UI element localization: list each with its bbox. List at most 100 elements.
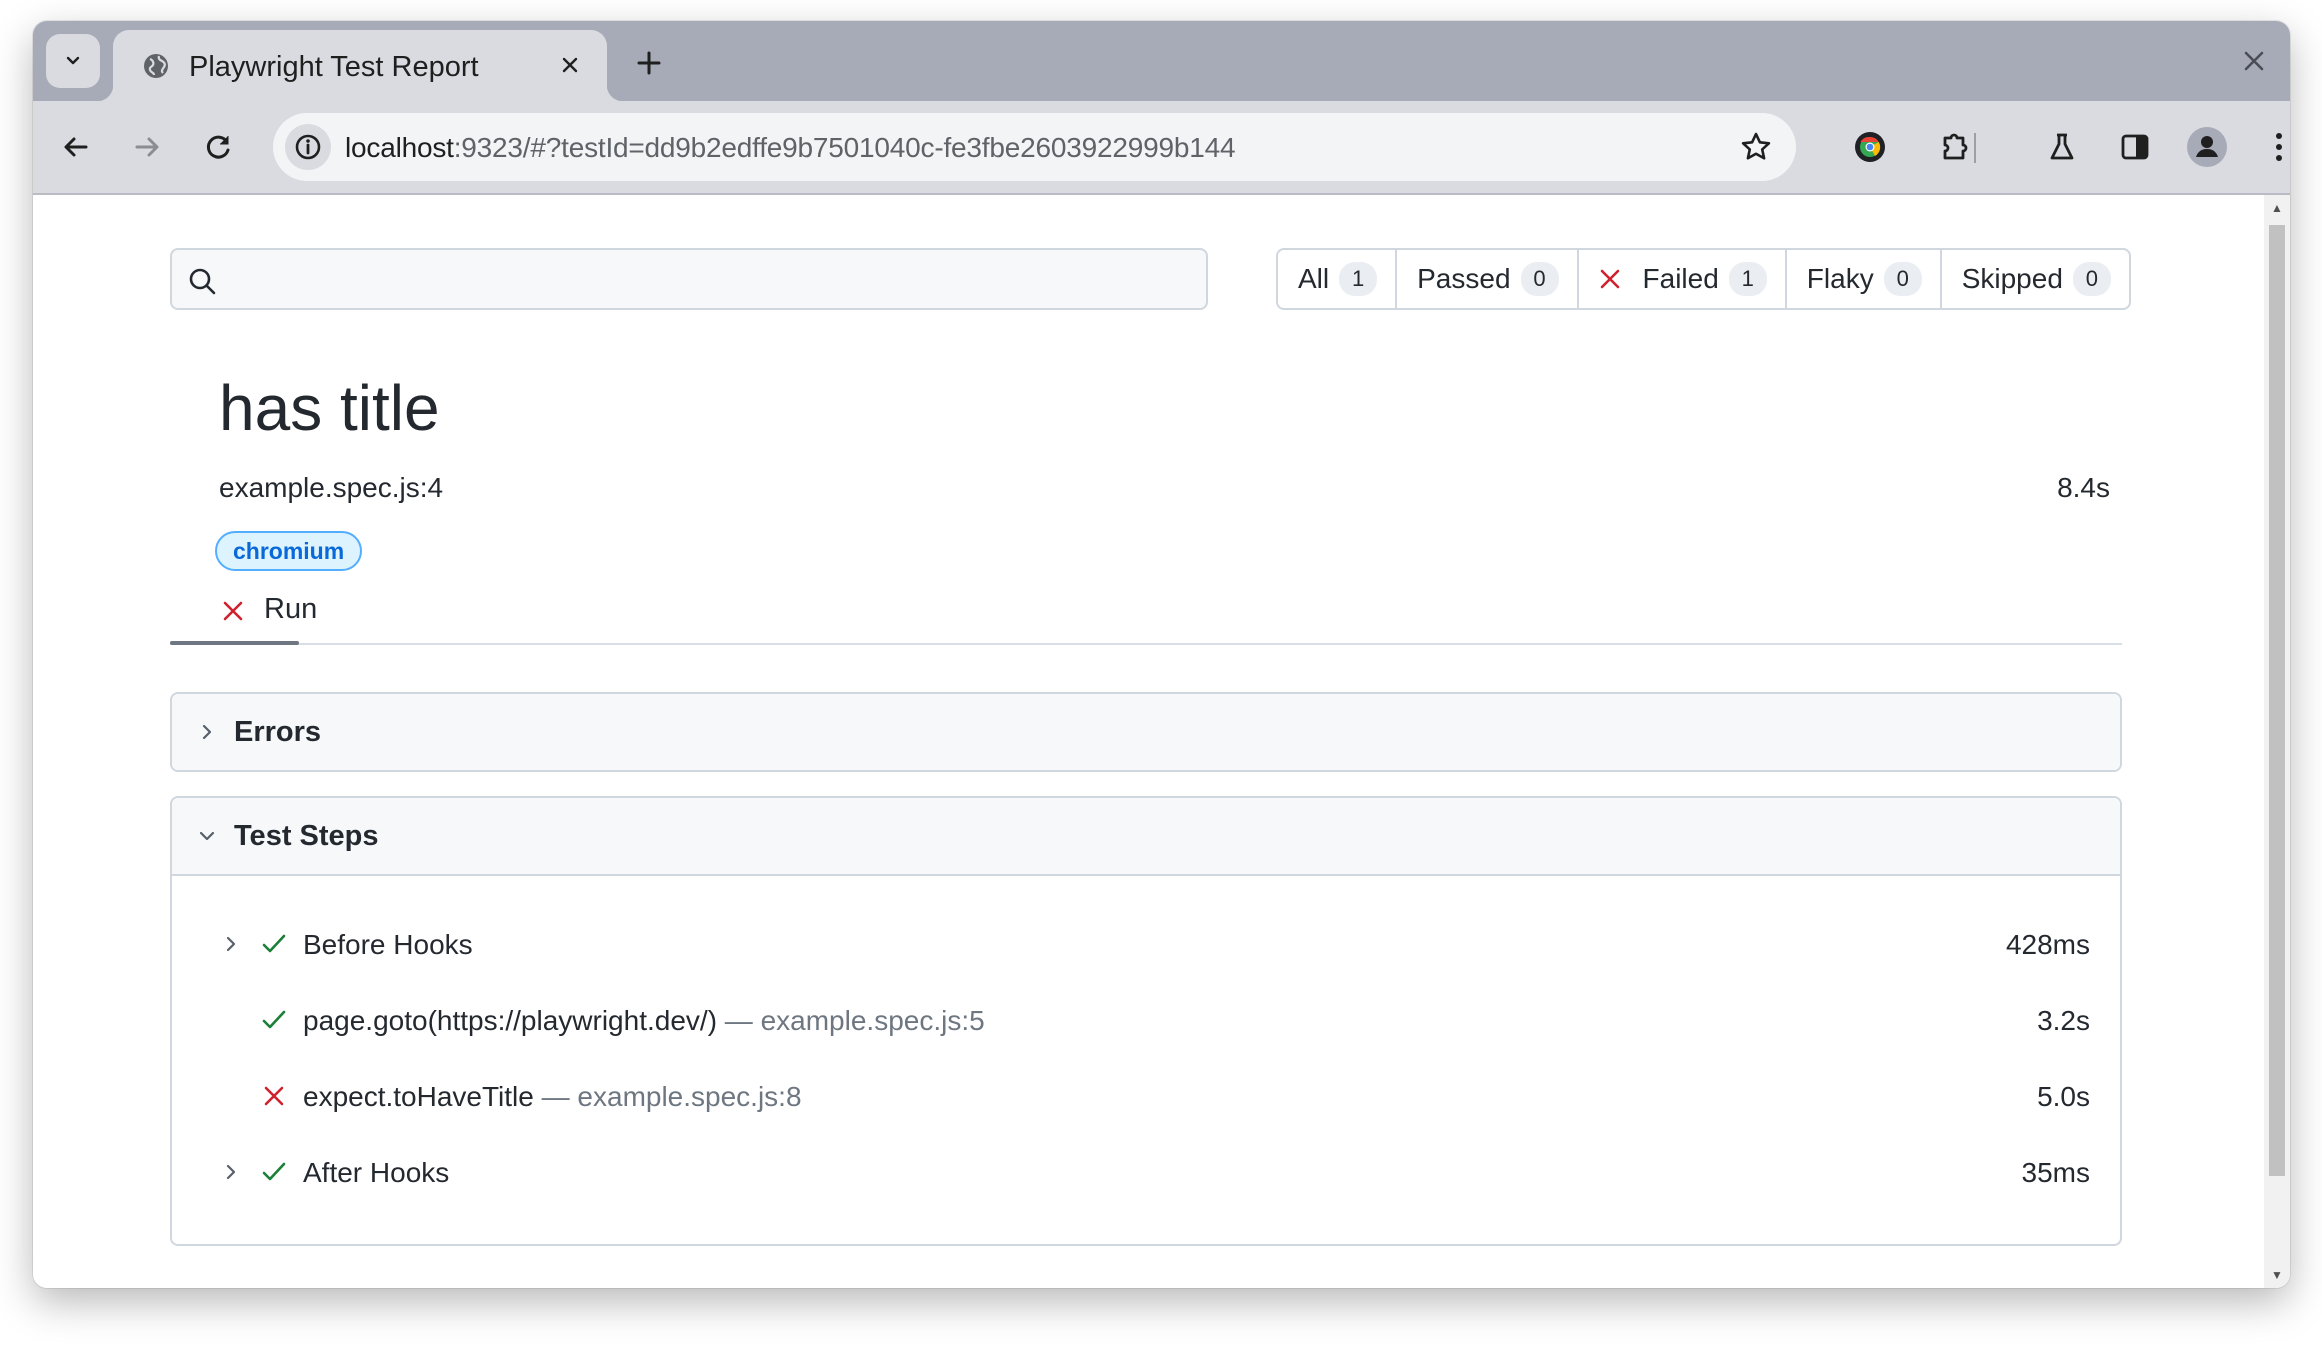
errors-header[interactable]: Errors — [172, 694, 2120, 770]
filter-label: Passed — [1417, 263, 1511, 294]
check-icon — [258, 1004, 290, 1036]
profile-button[interactable] — [2184, 124, 2230, 170]
tab-search-button[interactable] — [46, 34, 100, 88]
filter-label: All — [1298, 263, 1330, 294]
x-icon — [258, 1080, 290, 1112]
active-tab-indicator — [170, 641, 299, 645]
site-info-button[interactable] — [285, 124, 331, 170]
url-host: localhost — [345, 132, 454, 163]
filter-count: 0 — [1520, 262, 1559, 296]
labs-button[interactable] — [2039, 124, 2085, 170]
step-row[interactable]: page.goto(https://playwright.dev/) — exa… — [172, 990, 2120, 1050]
chevron-right-icon — [192, 717, 222, 747]
test-location: example.spec.js:4 — [219, 472, 444, 503]
step-location[interactable]: — example.spec.js:8 — [542, 1081, 802, 1112]
chevron-right-icon[interactable] — [216, 1157, 246, 1187]
side-panel-icon — [2121, 134, 2149, 160]
filter-count: 1 — [1728, 262, 1767, 296]
browser-toolbar: localhost:9323/#?testId=dd9b2edffe9b7501… — [33, 101, 2290, 195]
step-duration: 428ms — [2005, 929, 2090, 960]
chrome-sync-icon — [1855, 132, 1885, 162]
step-name: After Hooks — [303, 1157, 450, 1188]
search-input[interactable] — [228, 250, 1192, 310]
project-badge[interactable]: chromium — [215, 531, 363, 571]
tab-strip: Playwright Test Report — [33, 21, 2290, 101]
arrow-left-icon — [64, 137, 88, 157]
browser-tab[interactable]: Playwright Test Report — [97, 30, 623, 101]
filter-skipped[interactable]: Skipped 0 — [1939, 250, 2129, 308]
chevron-right-icon[interactable] — [216, 929, 246, 959]
step-title: Before Hooks — [303, 929, 473, 961]
step-row[interactable]: expect.toHaveTitle — example.spec.js:8 5… — [172, 1066, 2120, 1126]
chevron-down-icon — [192, 821, 222, 851]
step-title: expect.toHaveTitle — example.spec.js:8 — [303, 1081, 802, 1113]
status-filters: All 1 Passed 0 Failed 1 Flaky 0 Skipped … — [1276, 248, 2131, 310]
search-box[interactable] — [170, 248, 1208, 310]
step-duration: 35ms — [2021, 1157, 2090, 1188]
test-steps-header[interactable]: Test Steps — [172, 798, 2120, 876]
globe-icon — [144, 54, 168, 78]
step-location[interactable]: — example.spec.js:5 — [725, 1005, 985, 1036]
tab-title: Playwright Test Report — [189, 51, 479, 83]
forward-button[interactable] — [124, 124, 170, 170]
chrome-extension-button[interactable] — [1847, 124, 1893, 170]
filter-count: 0 — [1883, 262, 1922, 296]
menu-button[interactable] — [2256, 124, 2290, 170]
side-panel-button[interactable] — [2112, 124, 2158, 170]
search-icon — [189, 268, 216, 295]
tab-run-label: Run — [264, 593, 318, 625]
vertical-scrollbar[interactable]: ▲ ▼ — [2264, 195, 2290, 1288]
errors-section: Errors — [170, 692, 2122, 772]
reload-button[interactable] — [196, 124, 242, 170]
step-title: After Hooks — [303, 1157, 449, 1189]
step-name: Before Hooks — [303, 929, 473, 960]
filter-failed[interactable]: Failed 1 — [1576, 250, 1785, 308]
filter-label: Skipped — [1961, 263, 2063, 294]
step-name: page.goto(https://playwright.dev/) — [303, 1005, 718, 1036]
tab-close-button[interactable] — [555, 50, 585, 80]
test-title: has title — [219, 372, 440, 444]
filter-label: Flaky — [1806, 263, 1874, 294]
tab-run[interactable]: Run — [170, 581, 317, 641]
step-duration: 3.2s — [2037, 1005, 2090, 1036]
close-icon — [562, 57, 578, 73]
step-row[interactable]: After Hooks 35ms — [172, 1142, 2120, 1202]
new-tab-button[interactable] — [629, 43, 669, 83]
more-vert-icon — [2276, 133, 2282, 161]
errors-label: Errors — [234, 715, 322, 748]
url-text[interactable]: localhost:9323/#?testId=dd9b2edffe9b7501… — [345, 132, 1236, 164]
chevron-down-icon — [66, 56, 80, 65]
extensions-button[interactable] — [1932, 124, 1978, 170]
x-icon — [223, 601, 243, 621]
filter-all[interactable]: All 1 — [1278, 250, 1395, 308]
scrollbar-thumb[interactable] — [2269, 225, 2285, 1176]
filter-flaky[interactable]: Flaky 0 — [1784, 250, 1940, 308]
scroll-up-arrow[interactable]: ▲ — [2264, 197, 2290, 219]
avatar-icon — [2187, 127, 2227, 167]
bookmark-button[interactable] — [1734, 125, 1778, 169]
toolbar-separator — [1974, 133, 1976, 163]
x-icon — [1600, 269, 1619, 289]
arrow-right-icon — [135, 137, 159, 157]
test-duration: 8.4s — [2057, 472, 2110, 503]
reload-icon — [206, 135, 230, 159]
address-bar[interactable]: localhost:9323/#?testId=dd9b2edffe9b7501… — [273, 113, 1796, 181]
check-icon — [258, 928, 290, 960]
back-button[interactable] — [53, 124, 99, 170]
page-viewport: All 1 Passed 0 Failed 1 Flaky 0 Skipped … — [33, 195, 2290, 1288]
plus-icon — [637, 51, 661, 75]
step-duration: 5.0s — [2037, 1081, 2090, 1112]
filter-label: Failed — [1642, 263, 1719, 294]
browser-window: Playwright Test Report localhost:9323/#?… — [33, 21, 2290, 1288]
filter-count: 0 — [2072, 262, 2111, 296]
filter-passed[interactable]: Passed 0 — [1395, 250, 1576, 308]
close-icon — [2244, 51, 2264, 71]
info-icon — [295, 134, 321, 160]
step-name: expect.toHaveTitle — [303, 1081, 534, 1112]
scroll-down-arrow[interactable]: ▼ — [2264, 1264, 2290, 1286]
window-close-button[interactable] — [2236, 43, 2272, 79]
filter-count: 1 — [1339, 262, 1378, 296]
step-row[interactable]: Before Hooks 428ms — [172, 914, 2120, 974]
star-icon — [1741, 132, 1771, 160]
check-icon — [258, 1156, 290, 1188]
